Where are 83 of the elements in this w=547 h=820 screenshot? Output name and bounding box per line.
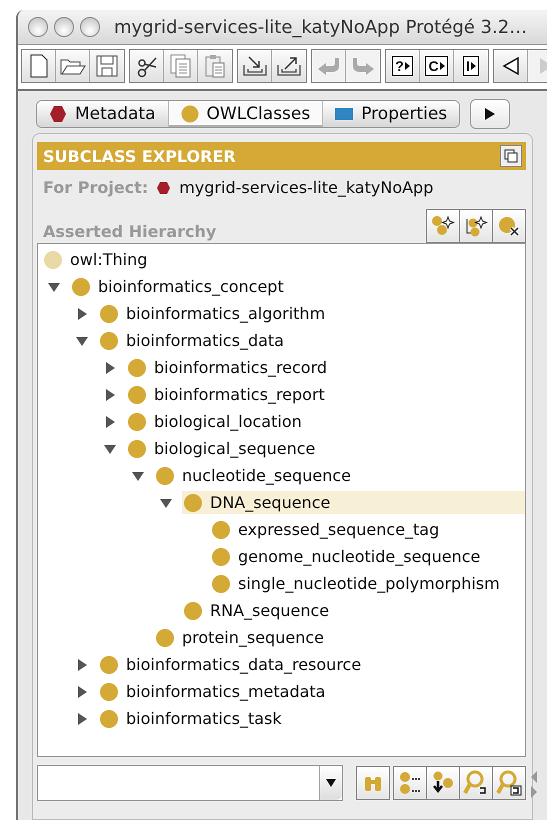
expand-arrow-icon[interactable] xyxy=(76,712,88,724)
tab[interactable]: OWLClasses xyxy=(168,101,324,127)
toolbar-button[interactable]: I xyxy=(454,50,488,82)
hierarchy-button[interactable] xyxy=(459,209,493,243)
tree-item[interactable]: bioinformatics_concept xyxy=(70,275,290,298)
triangle-icon xyxy=(440,62,445,70)
expand-arrow-icon[interactable] xyxy=(76,334,88,346)
tray-arrow-out-icon xyxy=(277,55,301,77)
window-button[interactable] xyxy=(54,17,74,37)
project-label: For Project: xyxy=(43,178,148,197)
tree-item[interactable]: RNA_sequence xyxy=(182,599,336,622)
circle-icon xyxy=(180,105,199,123)
tree-item[interactable]: bioinformatics_record xyxy=(126,356,334,379)
redo-arrow-icon xyxy=(351,56,375,76)
expand-arrow-icon[interactable] xyxy=(104,442,116,454)
toolbar-button[interactable] xyxy=(130,50,164,82)
toolbar-button[interactable] xyxy=(56,50,90,82)
footer-button[interactable] xyxy=(492,766,526,800)
expand-arrow-icon[interactable] xyxy=(76,658,88,670)
hexagon-icon xyxy=(156,180,172,194)
tree-item[interactable]: expressed_sequence_tag xyxy=(210,518,446,541)
toolbar-button[interactable] xyxy=(494,50,528,82)
clipboard-icon xyxy=(204,54,226,78)
undo-arrow-icon xyxy=(316,56,340,76)
hierarchy-label: Asserted Hierarchy xyxy=(43,222,216,243)
maximize-button[interactable] xyxy=(500,145,522,167)
dots-sparkle-icon xyxy=(431,215,455,237)
tray-arrow-in-icon xyxy=(242,55,266,77)
tree-item[interactable]: bioinformatics_metadata xyxy=(98,680,332,703)
toolbar-button[interactable]: C xyxy=(420,50,454,82)
tree-item[interactable]: biological_location xyxy=(126,410,308,433)
tree-item[interactable]: bioinformatics_task xyxy=(98,707,288,730)
panel-title: SUBCLASS EXPLORER xyxy=(43,146,236,166)
toolbar-button[interactable]: ? xyxy=(386,50,420,82)
expand-arrow-icon[interactable] xyxy=(76,686,88,698)
hexagon-icon xyxy=(49,105,67,123)
tab[interactable]: Properties xyxy=(323,101,460,127)
new-document-icon xyxy=(30,54,48,78)
toolbar-button[interactable] xyxy=(90,50,124,82)
triangle-icon xyxy=(404,62,410,70)
tab[interactable]: Metadata xyxy=(37,101,169,127)
dots-arrow-icon xyxy=(431,771,455,795)
window-button[interactable] xyxy=(80,17,100,37)
overlapping-windows-icon xyxy=(504,149,518,163)
back-triangle-icon xyxy=(502,56,520,76)
tree-item[interactable]: single_nucleotide_polymorphism xyxy=(210,572,506,595)
project-name: mygrid-services-lite_katyNoApp xyxy=(179,178,434,197)
magnifier-icon xyxy=(463,770,489,796)
tree-item[interactable]: bioinformatics_data xyxy=(98,329,290,352)
dot-cross-icon xyxy=(497,215,521,237)
window-title: mygrid-services-lite_katyNoApp Protégé 3.2… xyxy=(114,16,528,38)
copy-icon xyxy=(170,54,192,78)
tree-item[interactable]: DNA_sequence xyxy=(182,491,525,514)
tree-item[interactable]: owl:Thing xyxy=(42,248,154,271)
tree-item[interactable]: bioinformatics_report xyxy=(126,383,331,406)
tree-item[interactable]: nucleotide_sequence xyxy=(154,464,357,487)
tree-item[interactable]: protein_sequence xyxy=(154,626,330,649)
search-combo-box[interactable] xyxy=(37,765,343,801)
triangle-icon xyxy=(485,108,496,120)
toolbar-button[interactable] xyxy=(238,50,272,82)
triangle-icon xyxy=(470,62,476,70)
toolbar-button[interactable] xyxy=(22,50,56,82)
expand-arrow-icon[interactable] xyxy=(104,388,116,400)
expand-arrow-icon[interactable] xyxy=(132,470,144,482)
hierarchy-button[interactable] xyxy=(426,209,460,243)
footer-button[interactable] xyxy=(426,766,460,800)
expand-arrow-icon[interactable] xyxy=(76,308,88,320)
expand-arrow-icon[interactable] xyxy=(160,496,172,508)
window-button[interactable] xyxy=(28,17,48,37)
dots-list-icon xyxy=(398,771,422,795)
tree-item[interactable]: biological_sequence xyxy=(126,437,322,460)
rectangle-icon xyxy=(335,107,354,121)
toolbar-button[interactable] xyxy=(272,50,306,82)
expand-arrow-icon[interactable] xyxy=(104,416,116,428)
subclass-sparkle-icon xyxy=(464,215,488,237)
magnifier-icon xyxy=(496,770,522,796)
tree-item[interactable]: bioinformatics_algorithm xyxy=(98,302,332,325)
tree-item[interactable]: bioinformatics_data_resource xyxy=(98,653,368,676)
expand-arrow-icon[interactable] xyxy=(104,362,116,374)
more-tabs-button[interactable] xyxy=(470,99,510,129)
expand-arrow-icon[interactable] xyxy=(48,280,60,292)
tree-item[interactable]: genome_nucleotide_sequence xyxy=(210,545,486,568)
dropdown-arrow-icon xyxy=(326,779,336,787)
